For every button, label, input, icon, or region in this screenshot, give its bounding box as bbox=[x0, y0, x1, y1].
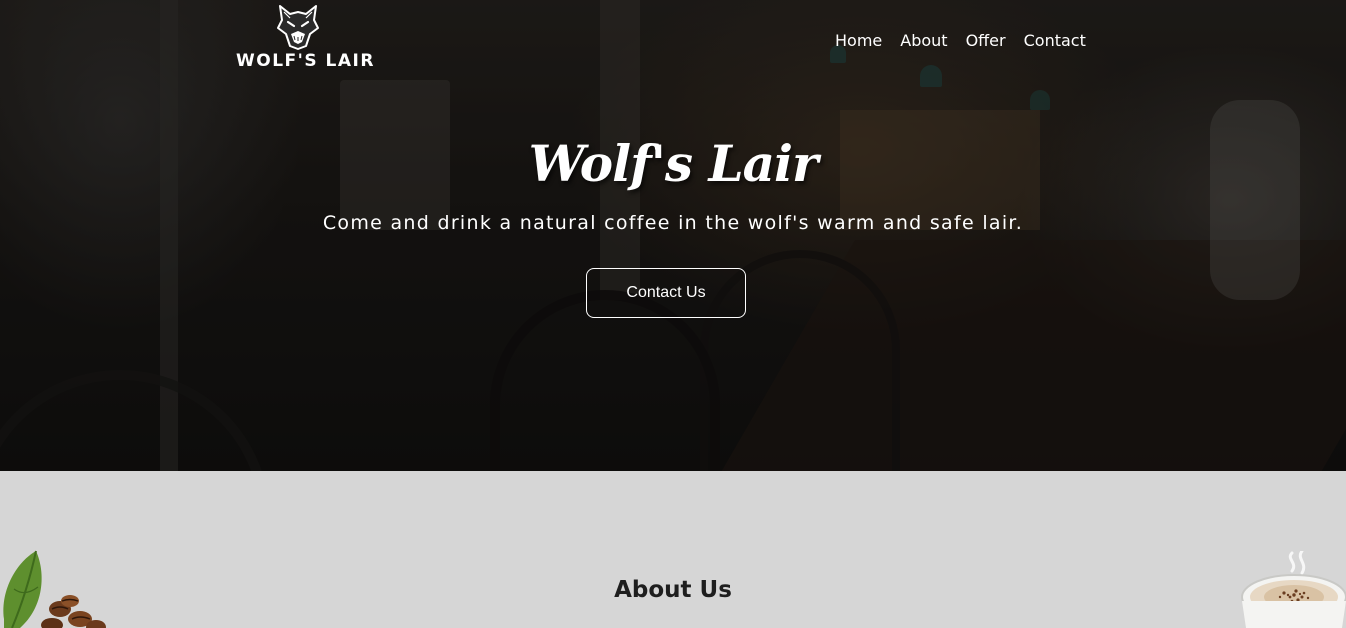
nav-item-offer[interactable]: Offer bbox=[966, 31, 1006, 51]
background-plant bbox=[1210, 100, 1300, 300]
hero-section: WOLF'S LAIR Home About Offer Contact Wol… bbox=[0, 0, 1346, 471]
main-nav: Home About Offer Contact bbox=[835, 31, 1086, 51]
nav-item-contact[interactable]: Contact bbox=[1024, 31, 1086, 51]
contact-us-button[interactable]: Contact Us bbox=[586, 268, 746, 318]
site-logo[interactable]: WOLF'S LAIR bbox=[236, 4, 375, 74]
hero-subtitle: Come and drink a natural coffee in the w… bbox=[322, 212, 1024, 234]
background-lamp bbox=[1030, 90, 1050, 110]
hero-title: Wolf's Lair bbox=[528, 134, 819, 193]
nav-item-about[interactable]: About bbox=[900, 31, 947, 51]
background-pillar bbox=[160, 0, 178, 471]
nav-item-home[interactable]: Home bbox=[835, 31, 882, 51]
logo-text: WOLF'S LAIR bbox=[236, 51, 375, 71]
about-title: About Us bbox=[614, 577, 732, 603]
background-chair bbox=[0, 370, 270, 471]
background-table bbox=[704, 240, 1346, 471]
background-lamp bbox=[920, 65, 942, 87]
wolf-logo-icon bbox=[277, 5, 319, 50]
about-section: About Us bbox=[0, 471, 1346, 628]
hero-overlay bbox=[0, 0, 1346, 471]
